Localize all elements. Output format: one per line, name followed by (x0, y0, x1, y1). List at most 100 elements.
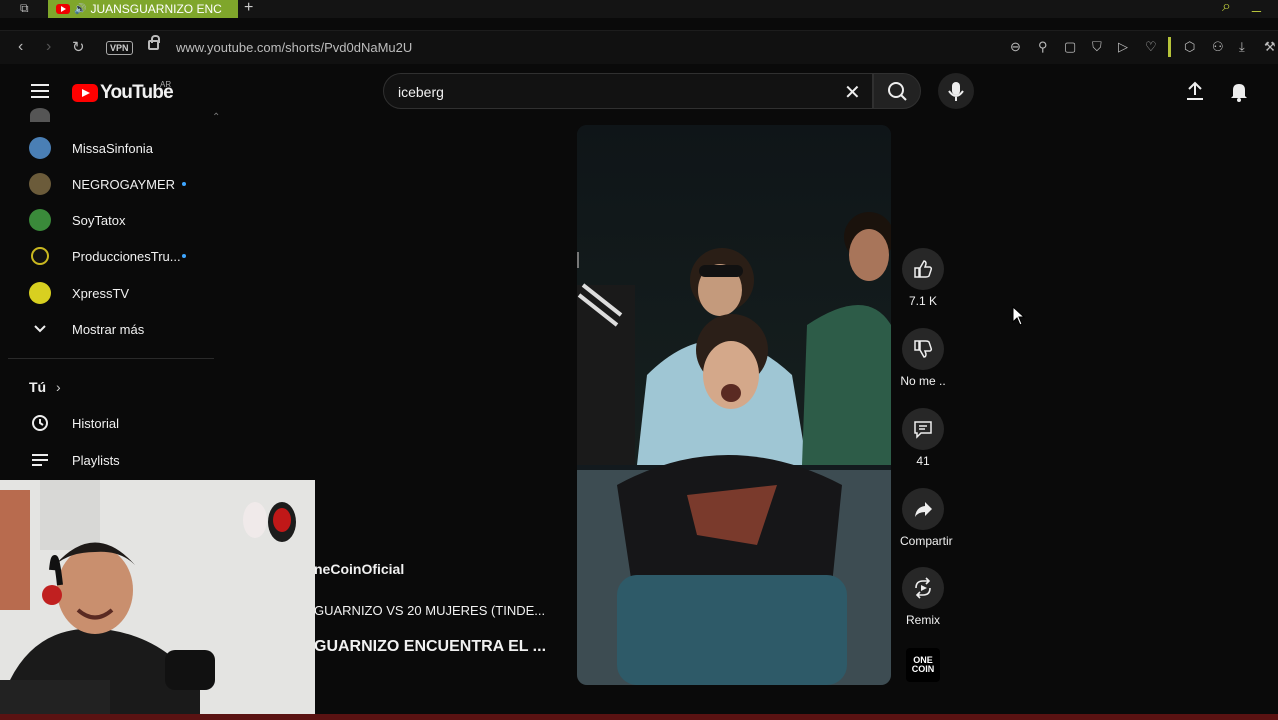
dislike-button[interactable] (902, 328, 944, 370)
notifications-bell-icon[interactable] (1228, 80, 1250, 102)
share-label: Compartir (900, 534, 953, 548)
channel-avatar (29, 282, 51, 304)
sidebar-divider (8, 358, 214, 359)
tools-icon[interactable]: ⚒ (1264, 39, 1276, 55)
browser-tab-strip: ⧉ 🔊 JUANSGUARNIZO ENC + ⌕ _ (0, 0, 1278, 18)
shield-icon[interactable]: ⛉ (1092, 39, 1102, 55)
sidebar-item-produccionestru[interactable]: ProduccionesTru... (0, 238, 214, 274)
url-field[interactable]: www.youtube.com/shorts/Pvd0dNaMu2U (176, 40, 412, 55)
sidebar-item-label: XpressTV (72, 285, 130, 301)
sidebar-item-label: MissaSinfonia (72, 140, 153, 156)
webcam-feed (0, 480, 315, 720)
extensions-icon[interactable]: ⬡ (1184, 39, 1195, 55)
snapshot-icon[interactable]: ▢ (1064, 39, 1076, 55)
mouse-cursor-icon (1012, 306, 1026, 326)
voice-search-button[interactable] (938, 73, 974, 109)
search-icon (888, 82, 907, 101)
clear-search-icon[interactable]: ✕ (844, 80, 861, 105)
dislike-label: No me .. (900, 374, 946, 388)
sidebar-item-playlists[interactable]: Playlists (0, 442, 214, 478)
share-icon (915, 502, 932, 517)
tab-title: JUANSGUARNIZO ENC (90, 2, 222, 16)
channel-thumbnail[interactable]: ONE COIN (906, 648, 940, 682)
sidebar-item-negrogaymer[interactable]: NEGROGAYMER (0, 166, 214, 202)
playlists-icon (32, 454, 48, 466)
sidebar-item-label: Playlists (72, 452, 120, 468)
play-icon[interactable]: ▷ (1118, 39, 1128, 55)
youtube-logo[interactable]: YouTube AR (72, 80, 174, 104)
country-code: AR (160, 80, 172, 89)
scroll-up-icon[interactable]: ⌃ (212, 112, 220, 123)
comments-button[interactable] (902, 408, 944, 450)
search-button[interactable] (873, 73, 921, 109)
sidebar-item-xpresstv[interactable]: XpressTV (0, 275, 214, 311)
new-content-dot (182, 254, 186, 258)
back-icon[interactable]: ‹ (18, 38, 23, 56)
sidebar-show-more[interactable]: Mostrar más (0, 311, 214, 347)
upload-icon[interactable] (1184, 80, 1206, 102)
remix-icon (915, 577, 931, 599)
tab-manager-icon[interactable]: ⧉ (20, 1, 29, 16)
video-frame-people (577, 212, 891, 685)
like-action[interactable]: 7.1 K (900, 248, 946, 308)
share-button[interactable] (902, 488, 944, 530)
search-input[interactable]: iceberg ✕ (383, 73, 873, 109)
new-content-dot (182, 182, 186, 186)
pin-icon[interactable]: ⚲ (1038, 39, 1048, 55)
short-video-player[interactable] (577, 125, 891, 685)
speaker-icon[interactable]: 🔊 (74, 4, 86, 15)
sidebar-item-history[interactable]: Historial (0, 405, 214, 441)
channel-avatar (29, 137, 51, 159)
account-icon[interactable]: ⚇ (1212, 39, 1224, 55)
youtube-play-logo-icon (72, 84, 98, 102)
vpn-badge[interactable]: VPN (106, 41, 133, 55)
menu-icon[interactable] (31, 84, 49, 98)
sidebar-item-label: Historial (72, 415, 119, 431)
channel-avatar (29, 209, 51, 231)
comment-icon (914, 421, 932, 439)
video-title-1[interactable]: GUARNIZO VS 20 MUJERES (TINDE... (314, 603, 545, 618)
remix-label: Remix (905, 613, 940, 627)
sidebar-item-soytatox[interactable]: SoyTatox (0, 202, 214, 238)
webcam-overlay (0, 480, 315, 720)
share-action[interactable]: Compartir (900, 488, 953, 548)
you-section-title: Tú (29, 379, 47, 395)
sidebar-item-missasinfonia[interactable]: MissaSinfonia (0, 130, 214, 166)
sidebar-item-label: SoyTatox (72, 212, 126, 228)
sidebar-you-section[interactable]: Tú › (0, 369, 214, 405)
thumbs-down-icon (914, 340, 933, 358)
youtube-favicon-icon (56, 4, 70, 14)
bottom-bar (0, 714, 1278, 720)
toolbar-separator (1168, 37, 1171, 57)
search-tabs-icon[interactable]: ⌕ (1222, 0, 1231, 16)
comment-count: 41 (916, 454, 930, 468)
chevron-right-icon: › (56, 379, 61, 395)
sidebar-item-label: NEGROGAYMER (72, 176, 176, 192)
download-icon[interactable]: ⤓ (1239, 39, 1245, 55)
forward-icon[interactable]: › (46, 38, 51, 56)
new-tab-icon[interactable]: + (244, 0, 253, 17)
history-icon (32, 415, 48, 431)
dislike-action[interactable]: No me .. (900, 328, 946, 388)
zoom-out-icon[interactable]: ⊖ (1010, 39, 1021, 55)
browser-tab-active[interactable]: 🔊 JUANSGUARNIZO ENC (48, 0, 238, 18)
thumbs-up-icon (914, 260, 933, 278)
minimize-icon[interactable]: _ (1252, 0, 1261, 14)
reload-icon[interactable]: ↻ (72, 38, 85, 56)
channel-avatar (31, 247, 49, 265)
search-query: iceberg (398, 84, 444, 100)
lock-icon[interactable] (148, 35, 160, 50)
video-edge-marker (577, 252, 579, 268)
comments-action[interactable]: 41 (900, 408, 946, 468)
video-title-2[interactable]: GUARNIZO ENCUENTRA EL ... (314, 638, 546, 656)
microphone-icon (948, 82, 964, 101)
channel-name[interactable]: neCoinOficial (314, 561, 404, 577)
remix-action[interactable]: Remix (900, 567, 946, 627)
address-bar: ‹ › ↻ VPN www.youtube.com/shorts/Pvd0dNa… (0, 30, 1278, 64)
heart-icon[interactable]: ♡ (1145, 39, 1157, 55)
like-button[interactable] (902, 248, 944, 290)
remix-button[interactable] (902, 567, 944, 609)
sidebar-item-label: ProduccionesTru... (72, 248, 181, 264)
like-count: 7.1 K (908, 294, 938, 308)
chevron-down-icon (34, 325, 46, 333)
